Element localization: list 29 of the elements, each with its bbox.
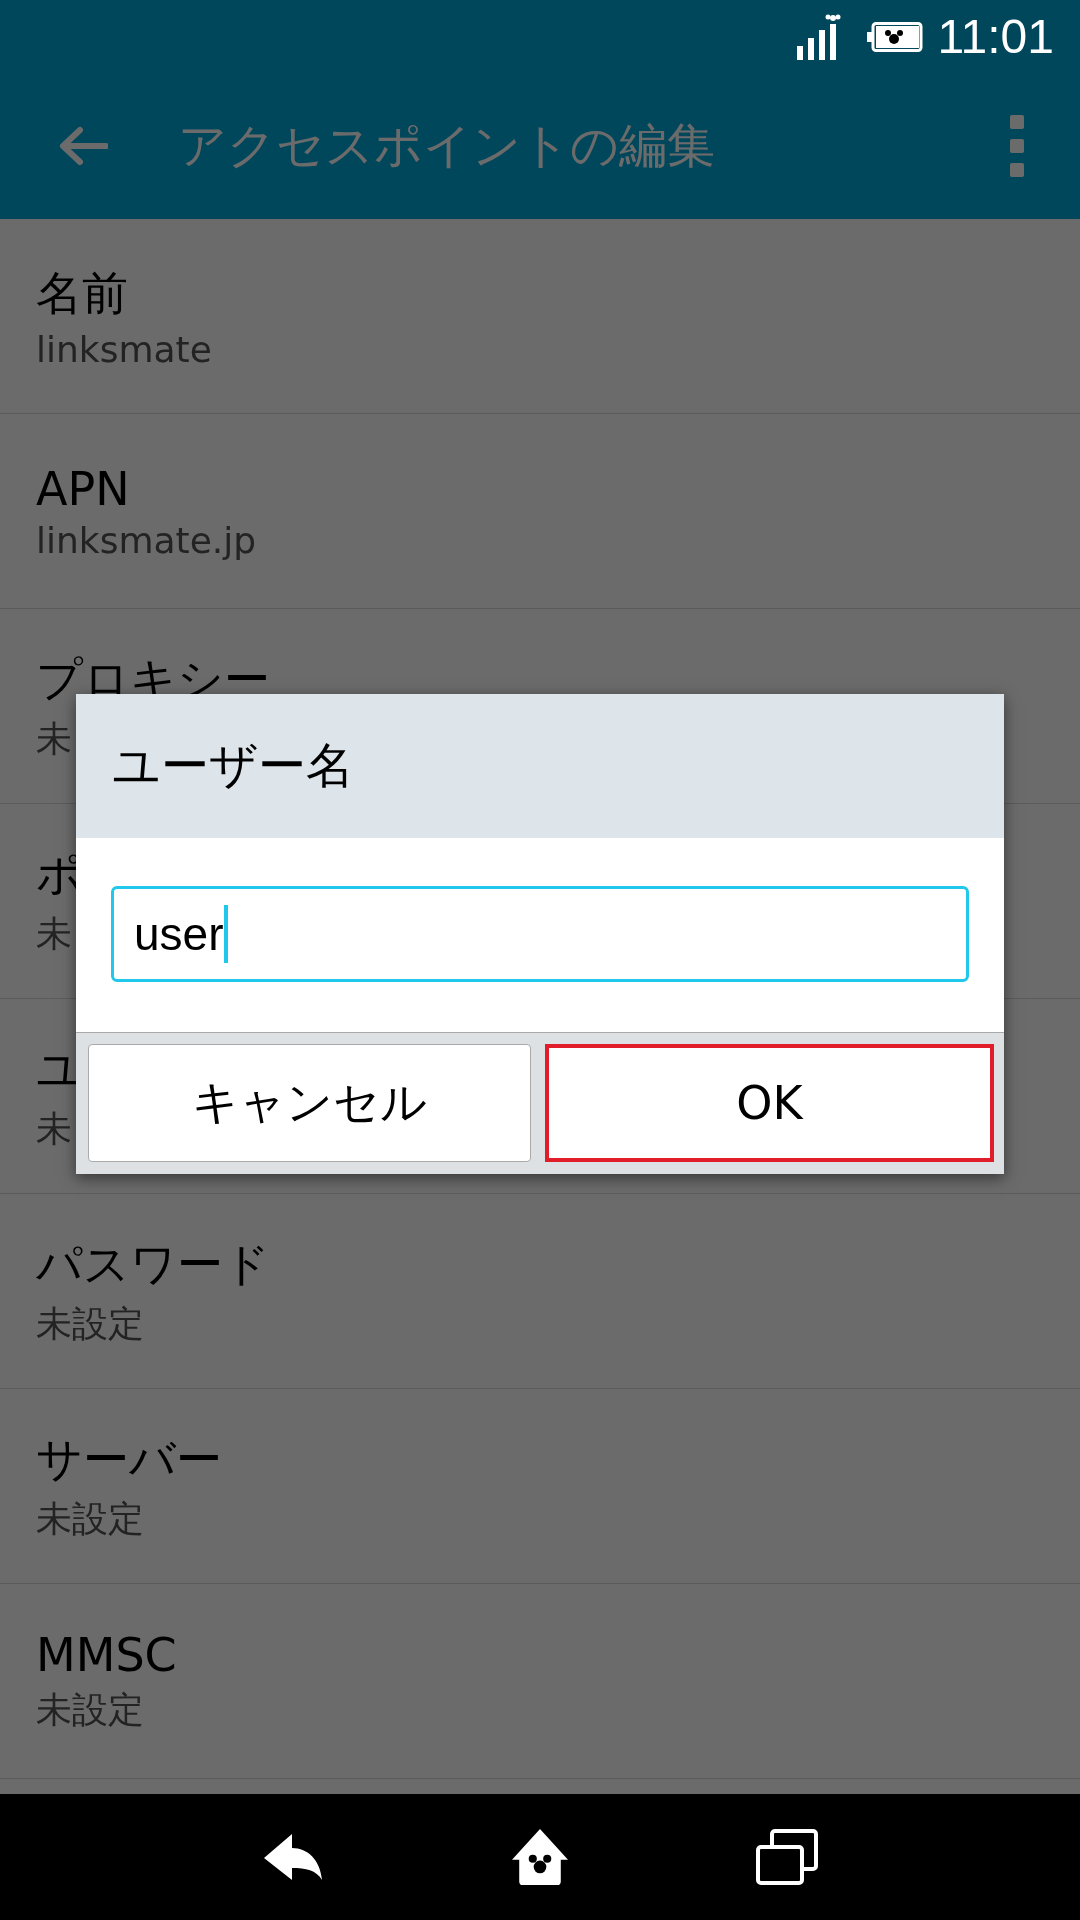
setting-title: MMSC: [36, 1627, 177, 1682]
home-icon[interactable]: [509, 1829, 571, 1885]
battery-icon: [867, 21, 924, 52]
settings-item[interactable]: サーバー 未設定: [0, 1389, 1080, 1584]
setting-value: 未: [36, 911, 72, 956]
dialog-title: ユーザー名: [112, 736, 354, 795]
setting-title: パスワード: [36, 1235, 270, 1293]
setting-value: 未設定: [36, 1301, 144, 1346]
setting-value: 未設定: [36, 1687, 144, 1732]
dialog-button[interactable]: キャンセル: [88, 1044, 531, 1162]
settings-item[interactable]: パスワード 未設定: [0, 1194, 1080, 1389]
screen-title: アクセスポイントの編集: [178, 116, 716, 175]
username-field[interactable]: user: [111, 886, 969, 982]
setting-value: 未: [36, 716, 72, 761]
settings-item[interactable]: APN linksmate.jp: [0, 414, 1080, 609]
status-time: 11:01: [937, 9, 1054, 64]
settings-item[interactable]: 名前 linksmate: [0, 219, 1080, 414]
recent-apps-icon[interactable]: [755, 1829, 818, 1885]
signal-icon: [797, 13, 842, 60]
settings-item[interactable]: MMSC 未設定: [0, 1584, 1080, 1779]
setting-title: サーバー: [36, 1430, 222, 1488]
setting-value: 未: [36, 1106, 72, 1151]
setting-value: 未設定: [36, 1496, 144, 1541]
setting-value: linksmate.jp: [36, 519, 257, 561]
dialog-button[interactable]: OK: [545, 1044, 994, 1162]
setting-title: 名前: [36, 264, 128, 322]
setting-value: linksmate: [36, 328, 212, 370]
setting-title: ユ: [36, 1040, 83, 1098]
setting-title: APN: [36, 461, 130, 516]
